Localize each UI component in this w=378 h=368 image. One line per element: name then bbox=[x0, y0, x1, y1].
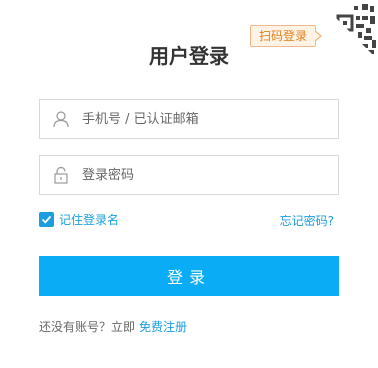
login-panel: 扫码登录 用户登录 手机号 / 已认证邮箱 记住登录名 忘记密码? 登录 还没有… bbox=[0, 0, 378, 368]
remember-login-toggle[interactable]: 记住登录名 bbox=[39, 211, 119, 228]
forgot-password-link[interactable]: 忘记密码? bbox=[280, 212, 334, 229]
remember-label: 记住登录名 bbox=[59, 213, 120, 227]
user-icon bbox=[40, 100, 82, 138]
login-button[interactable]: 登录 bbox=[39, 256, 339, 296]
password-field[interactable] bbox=[39, 155, 339, 195]
remember-checkbox[interactable] bbox=[39, 212, 54, 227]
page-title: 用户登录 bbox=[149, 44, 229, 68]
account-input[interactable] bbox=[82, 101, 338, 137]
lock-icon bbox=[40, 156, 82, 194]
account-field[interactable] bbox=[39, 99, 339, 139]
register-link[interactable]: 免费注册 bbox=[139, 320, 187, 334]
register-prompt-text: 还没有账号？立即 bbox=[39, 320, 136, 334]
register-prompt: 还没有账号？立即 免费注册 bbox=[39, 318, 187, 335]
checkmark-icon bbox=[41, 215, 52, 224]
password-input[interactable] bbox=[82, 157, 338, 193]
